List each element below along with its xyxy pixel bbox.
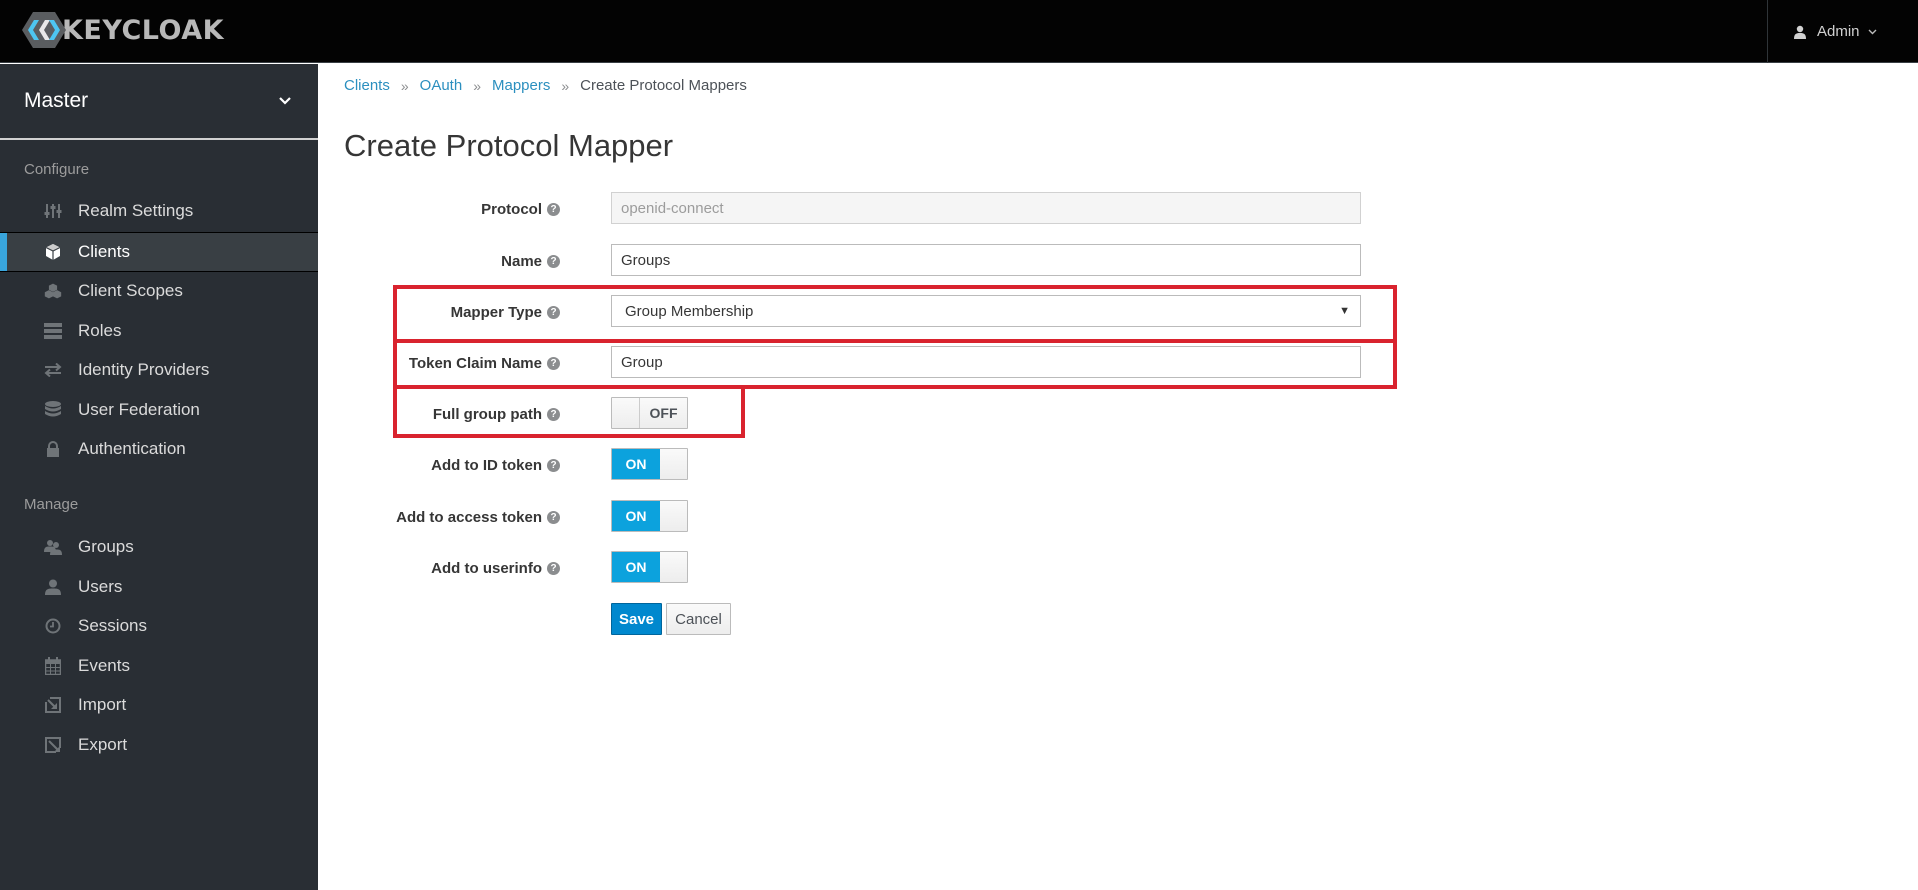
breadcrumb-clients[interactable]: Clients <box>344 77 390 94</box>
top-navbar: KEYCLOAK Admin <box>0 0 1918 63</box>
user-icon <box>1794 25 1806 39</box>
sidebar-item-label: Events <box>78 656 130 675</box>
keycloak-logo[interactable]: KEYCLOAK <box>22 10 224 50</box>
breadcrumb: Clients » OAuth » Mappers » Create Proto… <box>344 77 747 94</box>
clock-icon <box>44 617 62 635</box>
add-to-access-token-toggle[interactable]: ON <box>611 500 688 532</box>
users-icon <box>44 538 62 556</box>
lock-icon <box>44 440 62 458</box>
database-icon <box>44 401 62 419</box>
sidebar-item-sessions[interactable]: Sessions <box>0 607 318 645</box>
cube-icon <box>44 243 62 261</box>
sidebar-item-roles[interactable]: Roles <box>0 312 318 350</box>
save-button[interactable]: Save <box>611 603 662 635</box>
export-icon <box>44 736 62 754</box>
sidebar-item-clients[interactable]: Clients <box>0 232 318 272</box>
sidebar-item-label: Realm Settings <box>78 201 194 220</box>
exchange-icon <box>44 361 62 379</box>
name-label: Name <box>501 252 542 270</box>
sidebar-item-label: Import <box>78 695 127 714</box>
sidebar-item-identity-providers[interactable]: Identity Providers <box>0 351 318 389</box>
brand-name: KEYCLOAK <box>62 14 225 46</box>
add-to-access-token-label: Add to access token <box>396 508 542 526</box>
name-field[interactable]: Groups <box>611 244 1361 276</box>
highlight-box-token-claim-name <box>393 339 1397 389</box>
sidebar-item-label: Identity Providers <box>78 360 210 379</box>
sidebar-item-export[interactable]: Export <box>0 726 318 764</box>
add-to-id-token-toggle[interactable]: ON <box>611 448 688 480</box>
user-menu-label: Admin <box>1817 23 1860 40</box>
realm-name: Master <box>24 89 89 112</box>
form-row-add-to-id-token: Add to ID token ? ON <box>400 448 1400 482</box>
sidebar-item-client-scopes[interactable]: Client Scopes <box>0 272 318 310</box>
form-row-add-to-access-token: Add to access token ? ON <box>396 500 1400 534</box>
add-to-userinfo-label: Add to userinfo <box>431 559 542 577</box>
realm-selector[interactable]: Master <box>0 64 318 140</box>
breadcrumb-oauth[interactable]: OAuth <box>420 77 463 94</box>
breadcrumb-separator: » <box>473 77 481 94</box>
form-row-name: Name ? Groups <box>400 244 1400 278</box>
add-to-id-token-label: Add to ID token <box>431 456 542 474</box>
form-row-protocol: Protocol ? openid-connect <box>400 192 1400 226</box>
breadcrumb-mappers[interactable]: Mappers <box>492 77 550 94</box>
sidebar-item-label: Clients <box>78 242 130 261</box>
chevron-down-icon <box>1868 29 1877 34</box>
sidebar-item-label: User Federation <box>78 400 200 419</box>
sidebar-item-user-federation[interactable]: User Federation <box>0 391 318 429</box>
protocol-label: Protocol <box>481 200 542 218</box>
list-icon <box>44 322 62 340</box>
cubes-icon <box>44 282 62 300</box>
cancel-button[interactable]: Cancel <box>666 603 731 635</box>
sidebar-item-realm-settings[interactable]: Realm Settings <box>0 192 318 230</box>
sidebar-item-label: Authentication <box>78 439 186 458</box>
help-icon[interactable]: ? <box>547 510 560 524</box>
sidebar-item-label: Roles <box>78 321 122 340</box>
protocol-field: openid-connect <box>611 192 1361 224</box>
sidebar: Master Configure Realm Settings Clients … <box>0 64 318 890</box>
user-menu[interactable]: Admin <box>1767 0 1918 63</box>
help-icon[interactable]: ? <box>547 202 560 216</box>
section-manage: Manage <box>24 496 79 513</box>
help-icon[interactable]: ? <box>547 561 560 575</box>
sidebar-item-label: Export <box>78 735 128 754</box>
sidebar-item-label: Users <box>78 577 123 596</box>
chevron-down-icon <box>279 97 291 105</box>
breadcrumb-current: Create Protocol Mappers <box>580 77 747 94</box>
sidebar-item-label: Sessions <box>78 616 147 635</box>
sidebar-item-groups[interactable]: Groups <box>0 528 318 566</box>
highlight-box-full-group-path <box>393 385 745 438</box>
add-to-userinfo-toggle[interactable]: ON <box>611 551 688 583</box>
sidebar-item-users[interactable]: Users <box>0 568 318 606</box>
breadcrumb-separator: » <box>561 77 570 94</box>
form-row-add-to-userinfo: Add to userinfo ? ON <box>400 551 1400 585</box>
sidebar-item-import[interactable]: Import <box>0 686 318 724</box>
section-configure: Configure <box>24 161 90 178</box>
sidebar-item-label: Client Scopes <box>78 281 183 300</box>
help-icon[interactable]: ? <box>547 458 560 472</box>
keycloak-logo-icon <box>22 12 66 48</box>
toggle-state: ON <box>612 501 660 531</box>
toggle-state: ON <box>612 449 660 479</box>
import-icon <box>44 696 62 714</box>
sidebar-item-events[interactable]: Events <box>0 647 318 685</box>
breadcrumb-separator: » <box>400 77 409 94</box>
sidebar-item-label: Groups <box>78 537 134 556</box>
sidebar-item-authentication[interactable]: Authentication <box>0 430 318 468</box>
page-title: Create Protocol Mapper <box>344 128 674 163</box>
highlight-box-mapper-type <box>393 285 1397 343</box>
sliders-icon <box>44 202 62 220</box>
toggle-state: ON <box>612 552 660 582</box>
help-icon[interactable]: ? <box>547 254 560 268</box>
user-icon <box>44 578 62 596</box>
calendar-icon <box>44 657 62 675</box>
